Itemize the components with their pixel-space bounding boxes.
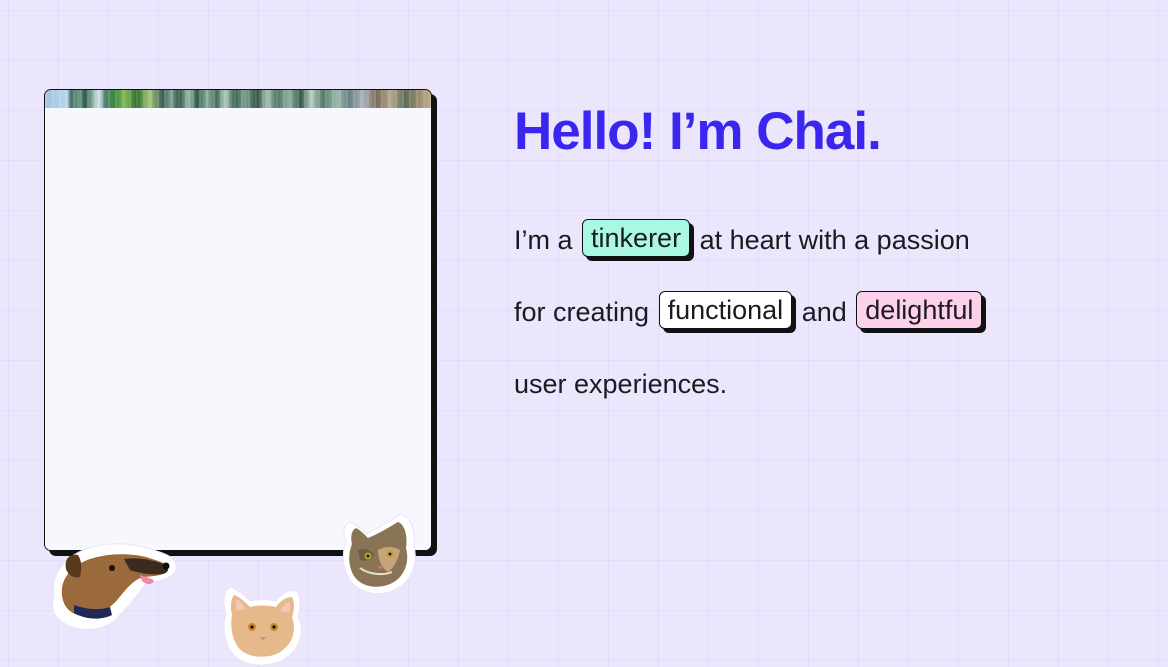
tabby-cat-sticker bbox=[342, 513, 416, 595]
intro-text: for creating bbox=[514, 297, 650, 327]
orange-cat-sticker bbox=[223, 586, 302, 666]
profile-photo-card bbox=[44, 89, 432, 551]
tag-tinkerer: tinkerer bbox=[582, 219, 691, 257]
dog-sticker bbox=[51, 543, 177, 630]
intro-paragraph: I’m a tinkerer at heart with a passion f… bbox=[514, 204, 1114, 420]
intro-text: and bbox=[801, 297, 847, 327]
intro-line-1: I’m a tinkerer at heart with a passion bbox=[514, 204, 1114, 276]
intro-text: I’m a bbox=[514, 225, 573, 255]
tag-functional: functional bbox=[658, 291, 793, 329]
tag-delightful: delightful bbox=[856, 291, 983, 329]
intro-text: at heart with a passion bbox=[699, 225, 970, 255]
page-title: Hello! I’m Chai. bbox=[514, 102, 882, 161]
profile-photo bbox=[45, 90, 431, 108]
intro-line-2: for creating functional and delightful bbox=[514, 276, 1114, 348]
intro-line-3: user experiences. bbox=[514, 348, 1114, 420]
profile-photo-placeholder bbox=[45, 108, 431, 550]
intro-text: user experiences. bbox=[514, 369, 728, 399]
